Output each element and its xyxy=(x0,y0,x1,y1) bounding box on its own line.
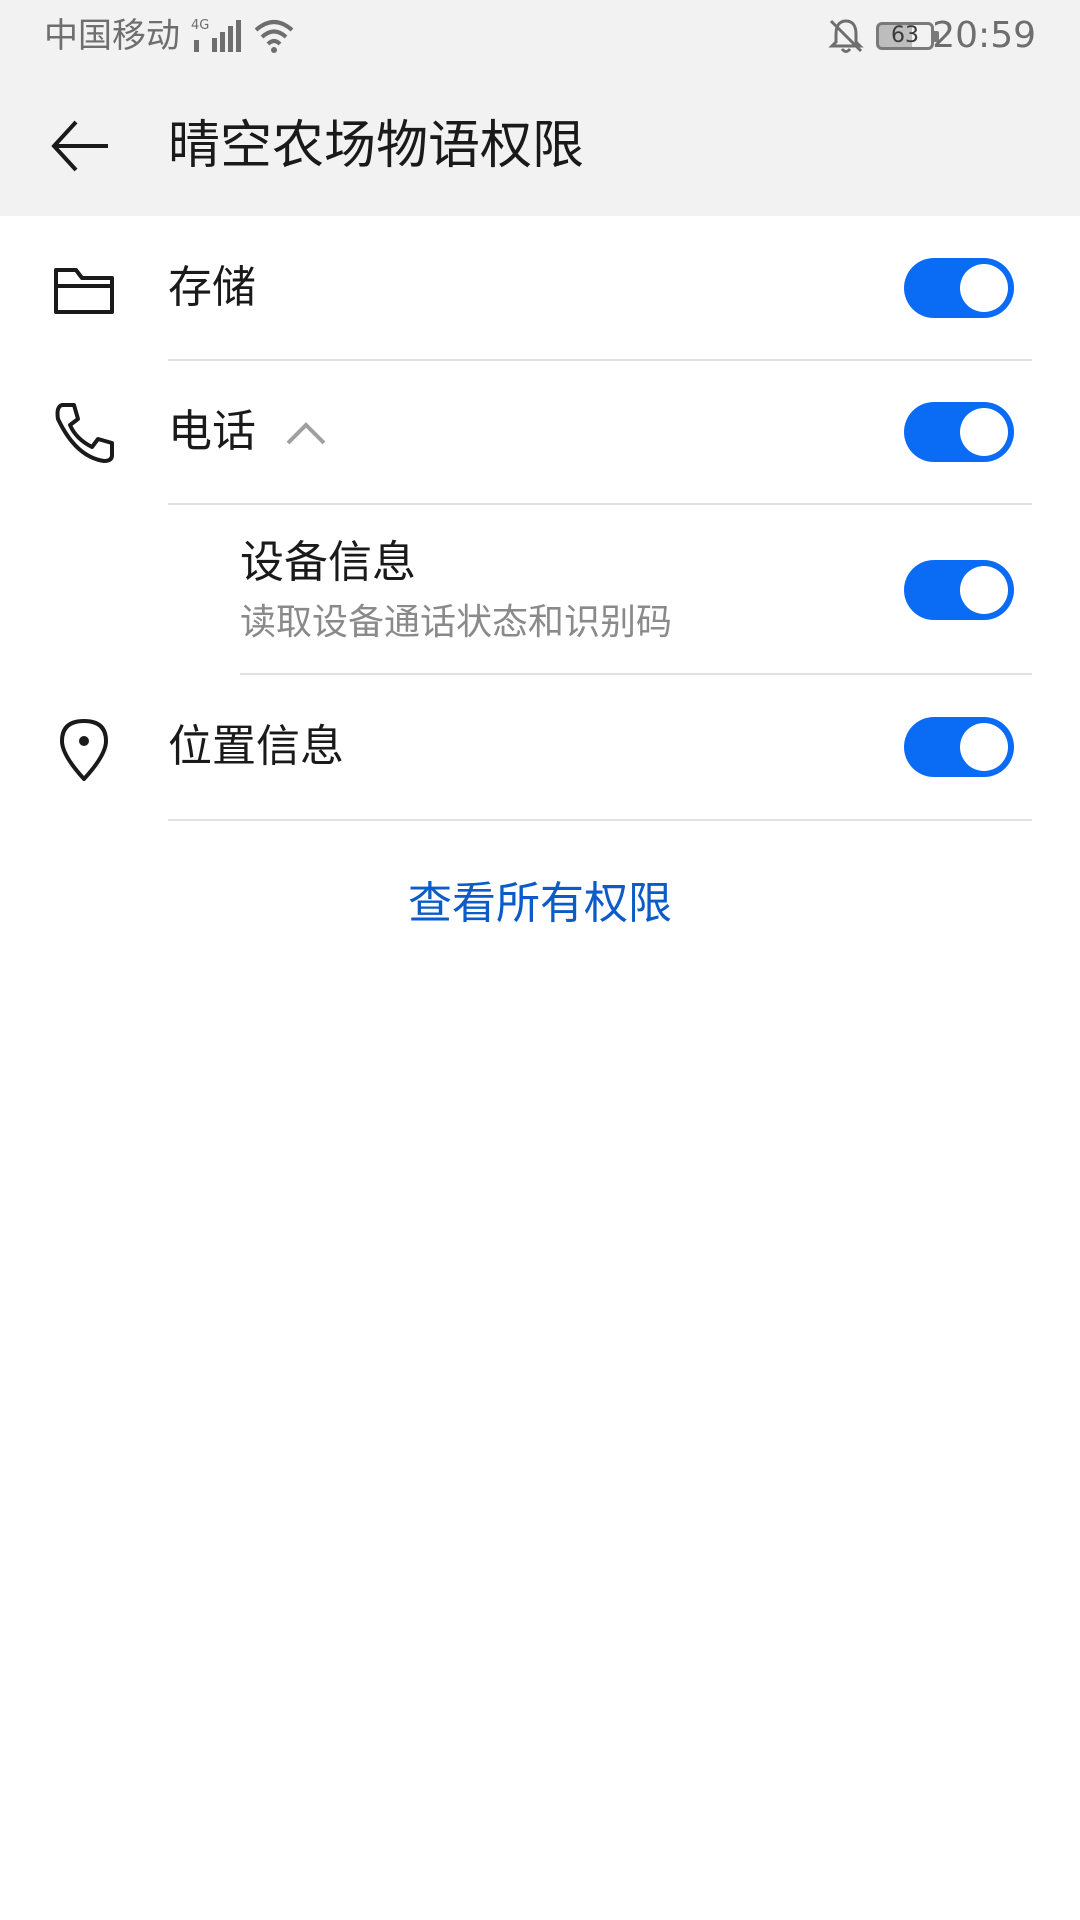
folder-icon xyxy=(54,268,114,314)
storage-toggle[interactable] xyxy=(904,258,1014,318)
chevron-up-icon[interactable] xyxy=(284,417,328,447)
wifi-icon xyxy=(254,20,294,53)
toggle-knob xyxy=(960,566,1008,614)
bell-off-icon xyxy=(828,19,864,53)
page-title: 晴空农场物语权限 xyxy=(168,116,585,176)
permission-label: 位置信息 xyxy=(168,721,344,772)
battery-level: 63 xyxy=(891,23,919,48)
toggle-knob xyxy=(960,723,1008,771)
carrier-name: 中国移动 xyxy=(44,16,180,56)
arrow-left-icon[interactable] xyxy=(44,110,116,182)
permission-label: 电话 xyxy=(168,406,256,457)
device-info-toggle[interactable] xyxy=(904,560,1014,620)
toggle-knob xyxy=(960,264,1008,312)
divider xyxy=(168,819,1032,821)
permission-label: 存储 xyxy=(168,262,256,313)
network-type: 4G xyxy=(191,18,209,33)
signal-icon: 4G xyxy=(191,18,241,52)
permission-row-storage[interactable]: 存储 xyxy=(0,216,1080,360)
view-all-permissions-link[interactable]: 查看所有权限 xyxy=(0,876,1080,932)
phone-icon xyxy=(55,403,114,463)
location-toggle[interactable] xyxy=(904,717,1014,777)
location-pin-icon xyxy=(60,719,108,781)
subpermission-title: 设备信息 xyxy=(240,537,416,588)
toggle-knob xyxy=(960,408,1008,456)
permission-row-location[interactable]: 位置信息 xyxy=(0,675,1080,819)
app-bar: 晴空农场物语权限 xyxy=(0,74,1080,216)
battery-icon: 63 xyxy=(876,22,939,50)
phone-toggle[interactable] xyxy=(904,402,1014,462)
permissions-screen: 中国移动 4G 63 20:59 晴空农场物语权限 存储 电话 设备信息 读取设… xyxy=(0,0,1080,1920)
permission-row-phone[interactable]: 电话 xyxy=(0,361,1080,503)
clock: 20:59 xyxy=(932,15,1036,56)
permission-subrow-device-info[interactable]: 设备信息 读取设备通话状态和识别码 xyxy=(0,505,1080,673)
subpermission-description: 读取设备通话状态和识别码 xyxy=(240,602,673,643)
status-bar: 中国移动 4G 63 20:59 xyxy=(0,0,1080,74)
